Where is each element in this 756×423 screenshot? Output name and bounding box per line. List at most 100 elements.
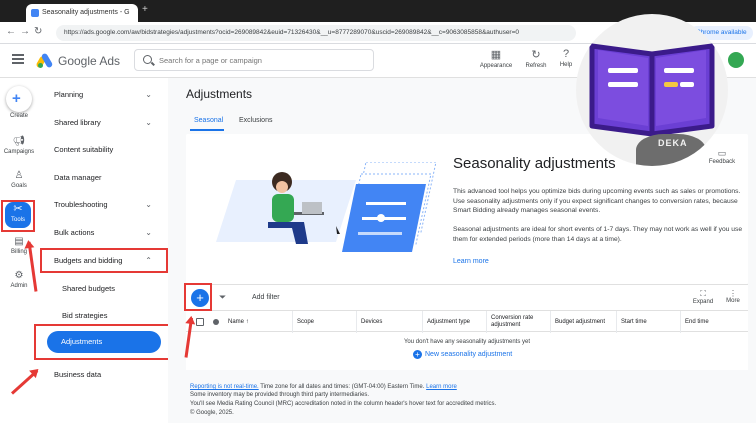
brand-name: Google Ads (58, 54, 121, 68)
rail-item-goals[interactable]: ♙ Goals (0, 170, 38, 189)
nav-planning-label: Planning (54, 90, 84, 99)
nav-business-data-label: Business data (54, 370, 102, 379)
forward-icon[interactable]: → (20, 26, 30, 37)
rail-item-campaigns[interactable]: 📢︎ Campaigns (0, 136, 38, 155)
column-header-budget-adjustment[interactable]: Budget adjustment (550, 311, 616, 333)
expand-icon: ⛶ (700, 289, 706, 298)
table-toolbar: + ⏷ Add filter ⛶ Expand ⋮ More (186, 284, 748, 310)
chevron-down-icon: ⌄ (145, 90, 152, 99)
feedback-button[interactable]: ▭ Feedback (706, 148, 738, 165)
nav-item-troubleshooting[interactable]: Troubleshooting ⌄ (40, 195, 164, 215)
card-description-1: This advanced tool helps you optimize bi… (453, 188, 741, 214)
url-field[interactable]: https://ads.google.com/aw/bidstrategies/… (56, 25, 576, 41)
highlight-box-tools (1, 200, 35, 232)
expand-label: Expand (692, 299, 714, 305)
page-footer: Reporting is not real-time. Time zone fo… (190, 383, 670, 418)
chevron-down-icon: ⌄ (145, 200, 152, 209)
page-title: Adjustments (186, 87, 253, 101)
column-header-devices[interactable]: Devices (356, 311, 422, 333)
appearance-icon: ▦ (490, 49, 502, 61)
new-tab-icon[interactable]: + (142, 4, 148, 15)
plus-icon: + (12, 90, 21, 107)
browser-tab[interactable]: Seasonality adjustments - G (26, 4, 138, 22)
column-header-end-time[interactable]: End time (680, 311, 748, 333)
add-filter-button[interactable]: Add filter (252, 294, 280, 301)
column-header-start-time[interactable]: Start time (616, 311, 680, 333)
highlight-box-add-button (184, 283, 212, 311)
nav-troubleshooting-label: Troubleshooting (54, 200, 108, 209)
adjustments-table: Name ↑ Scope Devices Adjustment type Con… (186, 310, 748, 370)
nav-subitem-shared-budgets[interactable]: Shared budgets (62, 284, 162, 293)
nav-data-manager-label: Data manager (54, 173, 102, 182)
help-icon: ? (562, 48, 570, 60)
card-title: Seasonality adjustments (453, 155, 616, 172)
trophy-icon: ♙ (14, 170, 24, 181)
nav-item-business-data[interactable]: Business data (40, 365, 164, 385)
active-tab-indicator (190, 129, 224, 131)
nav-shared-library-label: Shared library (54, 118, 101, 127)
nav-subitem-bid-strategies[interactable]: Bid strategies (62, 311, 162, 320)
nav-item-data-manager[interactable]: Data manager (40, 168, 164, 188)
search-input[interactable] (149, 50, 369, 70)
megaphone-icon: 📢︎ (12, 136, 26, 147)
table-header: Name ↑ Scope Devices Adjustment type Con… (186, 310, 748, 333)
google-ads-logo (35, 52, 54, 69)
footer-line-1: Reporting is not real-time. Time zone fo… (190, 383, 670, 391)
back-icon[interactable]: ← (6, 26, 16, 37)
tab-exclusions[interactable]: Exclusions (239, 117, 272, 124)
tab-seasonal[interactable]: Seasonal (194, 117, 223, 124)
nav-item-bulk-actions[interactable]: Bulk actions ⌄ (40, 223, 164, 243)
feedback-icon: ▭ (717, 148, 727, 158)
browser-tab-title: Seasonality adjustments - G (42, 9, 130, 16)
nav-item-shared-library[interactable]: Shared library ⌄ (40, 113, 164, 133)
status-dot-icon (213, 319, 219, 325)
highlight-box-adjustments (34, 324, 178, 360)
book-overlay-badge: DEKA (576, 14, 728, 166)
column-header-conversion-rate[interactable]: Conversion rate adjustment (486, 311, 550, 333)
seasonality-illustration (216, 162, 436, 252)
create-button[interactable]: + (6, 86, 32, 112)
footer-line-3: You'll see Media Rating Council (MRC) ac… (190, 400, 497, 407)
rail-campaigns-label: Campaigns (3, 149, 35, 155)
new-adjustment-label: New seasonality adjustment (425, 351, 513, 358)
more-vert-icon: ⋮ (729, 289, 737, 298)
new-seasonality-adjustment-link[interactable]: + New seasonality adjustment (413, 350, 512, 359)
menu-icon[interactable] (12, 54, 24, 64)
expand-button[interactable]: ⛶ Expand (690, 289, 716, 305)
learn-more-link[interactable]: Learn more (453, 258, 489, 265)
highlight-box-budgets (40, 248, 168, 273)
create-label: Create (9, 113, 28, 119)
feedback-label: Feedback (708, 159, 736, 165)
chevron-down-icon: ⌄ (145, 228, 152, 237)
nav-item-planning[interactable]: Planning ⌄ (40, 85, 164, 105)
search-box[interactable] (134, 49, 374, 71)
filter-icon[interactable]: ⏷ (219, 292, 226, 303)
add-circle-icon: + (413, 350, 422, 359)
reporting-link[interactable]: Reporting is not real-time. (190, 384, 259, 390)
appearance-button[interactable]: ▦ Appearance (476, 48, 516, 69)
footer-learn-more-link[interactable]: Learn more (426, 384, 457, 390)
column-header-name[interactable]: Name ↑ (224, 311, 292, 333)
select-all-checkbox[interactable] (196, 318, 204, 326)
more-button[interactable]: ⋮ More (720, 289, 746, 304)
more-label: More (726, 298, 740, 304)
nav-bulk-actions-label: Bulk actions (54, 228, 95, 237)
refresh-label: Refresh (525, 63, 547, 69)
timezone-text: Time zone for all dates and times: (GMT-… (258, 384, 427, 390)
rail-billing-label: Billing (10, 249, 27, 255)
footer-line-2: Some inventory may be provided through t… (190, 392, 370, 399)
column-header-adjustment-type[interactable]: Adjustment type (422, 311, 486, 333)
presenter-silhouette: DEKA (636, 134, 706, 166)
rail-goals-label: Goals (11, 183, 27, 189)
rail-admin-label: Admin (10, 283, 28, 289)
sort-arrow-icon: ↑ (245, 318, 249, 325)
badge-text: DEKA (658, 138, 688, 148)
avatar[interactable] (728, 52, 744, 68)
empty-state-message: You don't have any seasonality adjustmen… (403, 339, 530, 345)
google-ads-favicon-icon (31, 9, 39, 17)
reload-icon[interactable]: ↻ (34, 26, 42, 37)
help-label: Help (559, 62, 573, 68)
column-name-label: Name (228, 318, 245, 325)
nav-item-content-suitability[interactable]: Content suitability (40, 140, 164, 160)
column-header-scope[interactable]: Scope (292, 311, 356, 333)
